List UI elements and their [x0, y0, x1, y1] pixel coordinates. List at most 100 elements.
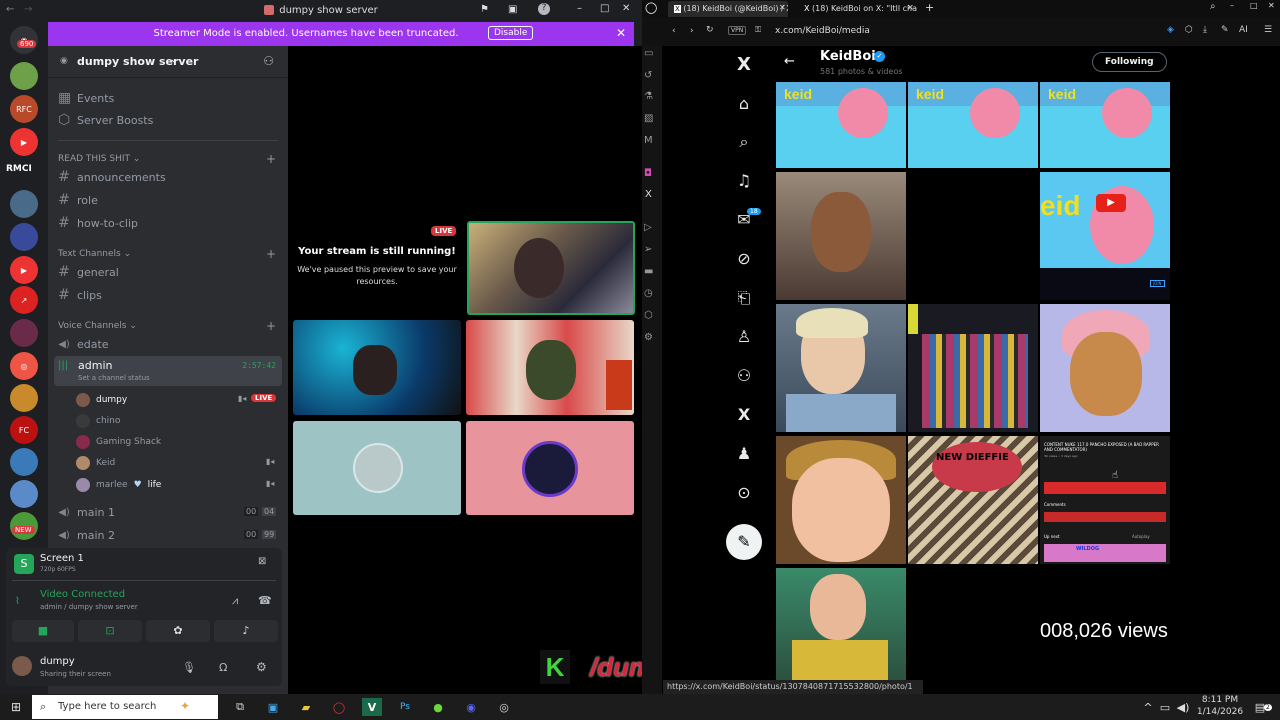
settings-gear-icon[interactable]: ⚙ [256, 660, 267, 674]
disable-button[interactable]: Disable [488, 26, 534, 40]
discord-icon[interactable]: ◉ [461, 698, 481, 716]
download-icon[interactable]: ⤓ [1203, 25, 1207, 35]
activities-button[interactable]: ✿ [146, 620, 210, 642]
media-thumbnail[interactable] [776, 436, 906, 564]
x-logo-icon[interactable]: X [732, 54, 756, 75]
close-icon[interactable]: ✕ [616, 26, 626, 40]
help-icon[interactable]: ? [538, 3, 550, 15]
grok-icon[interactable]: ⊘ [732, 249, 756, 268]
channel-how-to-clip[interactable]: # how-to-clip [58, 213, 138, 233]
url-field[interactable]: x.com/KeidBoi/media [775, 26, 870, 36]
snapshot-icon[interactable]: ✎ [1221, 25, 1229, 35]
pin-icon[interactable]: ⚑ [480, 4, 489, 15]
audio-tile[interactable] [466, 421, 634, 515]
minimize-button[interactable]: – [577, 3, 582, 14]
youtube-guild-icon[interactable]: ▶ [10, 256, 38, 284]
media-thumbnail[interactable]: NEW DIEFFIE [908, 436, 1038, 564]
video-tile[interactable] [293, 320, 461, 415]
jobs-icon[interactable]: ♙ [732, 327, 756, 346]
guild-icon[interactable] [10, 319, 38, 347]
post-button[interactable]: ✎ [726, 524, 762, 560]
media-thumbnail[interactable] [776, 568, 906, 694]
network-icon[interactable]: ▭ [1155, 698, 1175, 716]
tab-close-icon[interactable]: ✕ [907, 3, 914, 12]
volume-icon[interactable]: ◀) [1173, 698, 1193, 716]
task-view-icon[interactable]: ⧉ [230, 698, 250, 716]
windows-start-icon[interactable]: ⊞ [6, 698, 26, 716]
close-button[interactable]: ✕ [622, 3, 630, 14]
avatar[interactable] [12, 656, 32, 676]
media-thumbnail[interactable]: CONTENT NUKE 117.0 PANCHO EXPOSED (A BAD… [1040, 436, 1170, 564]
menu-server-boosts[interactable]: ⬡ Server Boosts [58, 110, 153, 130]
voice-channel-admin[interactable]: ||| admin 2:57:42 Set a channel status [54, 356, 282, 386]
sidebar-icon[interactable]: M [644, 135, 653, 146]
screen-share-button[interactable]: ⊡ [78, 620, 142, 642]
inbox-icon[interactable]: ▣ [508, 4, 517, 15]
voice-user-dumpy[interactable]: dumpy [76, 391, 127, 409]
media-thumbnail[interactable] [1040, 304, 1170, 432]
soundboard-button[interactable]: ♪ [214, 620, 278, 642]
guild-icon[interactable]: FC [10, 416, 38, 444]
home-icon[interactable]: ⌂ [732, 94, 756, 113]
guild-icon[interactable]: RFC [10, 95, 38, 123]
channel-announcements[interactable]: # announcements [58, 167, 166, 187]
file-explorer-icon[interactable]: ▰ [296, 698, 316, 716]
explore-search-icon[interactable]: ⌕ [732, 132, 756, 152]
notifications-bell-icon[interactable]: ♫ [732, 171, 756, 190]
invite-icon[interactable]: ⚇ [263, 54, 274, 68]
media-thumbnail[interactable]: 008,026 views [1040, 594, 1170, 674]
guild-icon[interactable] [10, 448, 38, 476]
chevron-down-icon[interactable]: ⌄ [170, 55, 178, 65]
app-icon[interactable]: ▣ [263, 698, 283, 716]
media-thumbnail[interactable]: keid [908, 82, 1038, 168]
app-icon[interactable]: ● [428, 698, 448, 716]
account-name[interactable]: dumpy [40, 656, 75, 667]
media-thumbnail[interactable]: eid ▶ JOIN [1040, 172, 1170, 300]
sidebar-icon[interactable]: ➢ [644, 244, 652, 255]
sidebar-icon[interactable]: ▬ [644, 266, 653, 277]
add-channel-icon[interactable]: + [266, 319, 276, 333]
extension-icon[interactable]: ⬡ [1185, 25, 1193, 35]
category-voice[interactable]: Voice Channels ⌄ [58, 321, 137, 331]
voice-channel-main-1[interactable]: ◀) main 1 [58, 502, 115, 522]
voice-location[interactable]: admin / dumpy show server [40, 603, 138, 611]
channel-general[interactable]: # general [58, 262, 119, 282]
communities-icon[interactable]: ⚇ [732, 366, 756, 385]
voice-user-marlee[interactable]: marlee ♥ life [76, 476, 161, 494]
sidebar-icon[interactable]: ▭ [644, 48, 653, 59]
extensions-icon[interactable]: ⬡ [644, 310, 653, 321]
guild-icon[interactable]: ◎ [10, 352, 38, 380]
headphones-icon[interactable]: Ω [219, 661, 227, 674]
maximize-button[interactable]: □ [600, 3, 609, 14]
close-button[interactable]: ✕ [1268, 1, 1275, 10]
photoshop-icon[interactable]: Ps [395, 698, 415, 716]
media-thumbnail[interactable]: keid [776, 82, 906, 168]
tab-keidboi[interactable]: X (18) KeidBoi (@KeidBoi) / X [668, 1, 788, 17]
noise-suppression-icon[interactable]: ⩘ [232, 594, 238, 608]
tab-keidboi-post[interactable]: X (18) KeidBoi on X: "Itll cha [798, 1, 918, 17]
guild-icon[interactable] [10, 223, 38, 251]
voice-user-keid[interactable]: Keid [76, 454, 115, 472]
guild-icon[interactable]: ↗ [10, 286, 38, 314]
signal-icon[interactable]: ⌇ [15, 596, 20, 607]
instagram-icon[interactable]: ◘ [644, 168, 652, 179]
vegas-icon[interactable]: V [362, 698, 382, 716]
guild-icon[interactable] [10, 480, 38, 508]
more-icon[interactable]: ⊙ [732, 483, 756, 502]
stop-screen-icon[interactable]: ⊠ [258, 556, 266, 567]
forward-icon[interactable]: › [690, 26, 694, 36]
new-tab-icon[interactable]: + [925, 1, 934, 14]
premium-x-icon[interactable]: X [732, 405, 756, 424]
clock-time[interactable]: 8:11 PM [1196, 695, 1244, 705]
media-thumbnail[interactable] [776, 304, 906, 432]
youtube-guild-icon[interactable]: ▶ [10, 128, 38, 156]
extension-icon[interactable]: ◈ [1167, 25, 1174, 35]
minimize-button[interactable]: – [1230, 1, 1234, 10]
camera-button[interactable]: ■ [12, 620, 74, 642]
back-arrow-icon[interactable]: ← [784, 54, 795, 69]
vpn-badge[interactable]: VPN [728, 26, 747, 35]
opera-browser-icon[interactable]: ◯ [329, 698, 349, 716]
category-read[interactable]: READ THIS SHIT ⌄ [58, 154, 140, 164]
media-thumbnail[interactable] [776, 172, 906, 300]
menu-icon[interactable]: ☰ [1264, 25, 1272, 35]
